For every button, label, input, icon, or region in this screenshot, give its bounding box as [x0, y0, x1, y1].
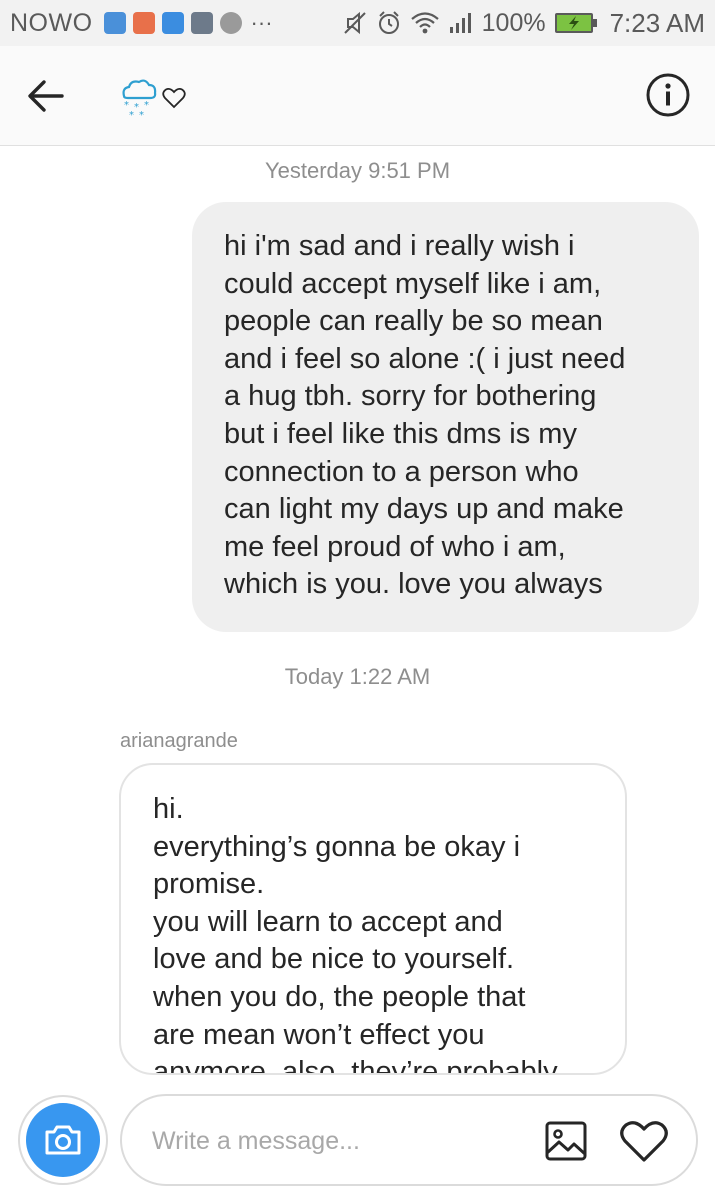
carrier-name: NOWO — [10, 8, 93, 37]
timestamp-today: Today 1:22 AM — [284, 664, 431, 689]
info-icon — [646, 73, 690, 117]
message-line: are mean won’t effect you — [153, 1018, 485, 1051]
message-line: anymore. also, they’re probably — [153, 1056, 558, 1075]
outgoing-message-bubble[interactable]: hi i'm sad and i really wish i could acc… — [192, 202, 699, 632]
app-notification-icon — [103, 12, 126, 34]
twitter-notification-icon — [161, 12, 184, 34]
image-icon — [545, 1121, 587, 1161]
alarm-icon — [378, 11, 399, 34]
avatar-notification-icon — [219, 12, 242, 34]
status-bar-right: 100% 7:23 AM — [342, 8, 705, 39]
message-line: love and be nice to yourself. — [153, 943, 515, 976]
back-button[interactable] — [22, 72, 70, 120]
more-notifications-icon: ··· — [250, 10, 273, 35]
snow-cloud-icon: * * ** * — [122, 79, 157, 120]
message-line: could accept myself like i am, — [224, 267, 602, 300]
message-composer — [120, 1094, 698, 1186]
message-line: but i feel like this dms is my — [224, 417, 577, 450]
status-bar-left: NOWO ··· — [10, 9, 273, 38]
mute-icon — [343, 11, 366, 35]
info-button[interactable] — [645, 72, 691, 118]
message-input[interactable] — [152, 1124, 532, 1158]
message-line: connection to a person who — [224, 455, 579, 488]
battery-percent: 100% — [481, 8, 546, 37]
message-line: me feel proud of who i am, — [224, 530, 566, 563]
message-line: people can really be so mean — [224, 305, 603, 338]
message-line: which is you. love you always — [224, 568, 603, 601]
clock: 7:23 AM — [609, 7, 705, 38]
message-line: hi. — [153, 793, 184, 825]
mail-notification-icon — [132, 12, 155, 34]
svg-text:*: * — [139, 110, 144, 120]
like-button[interactable] — [616, 1114, 672, 1170]
message-line: and i feel so alone :( i just need — [224, 342, 626, 375]
message-line: promise. — [153, 868, 265, 901]
camera-button-fill — [26, 1103, 100, 1177]
camera-button[interactable] — [18, 1095, 108, 1185]
message-line: everything’s gonna be okay i — [153, 830, 521, 863]
timestamp-yesterday: Yesterday 9:51 PM — [264, 158, 451, 183]
status-bar: NOWO ··· 100% 7:23 AM — [0, 0, 715, 46]
svg-text:*: * — [144, 100, 149, 111]
message-line: when you do, the people that — [153, 980, 526, 1013]
conversation-title[interactable]: * * * * * — [116, 70, 188, 126]
sender-username: arianagrande — [120, 730, 238, 752]
signal-icon — [449, 13, 471, 33]
message-line: hi i'm sad and i really wish i — [224, 230, 575, 262]
message-line: can light my days up and make — [224, 493, 624, 526]
battery-charging-icon — [554, 13, 597, 33]
back-arrow-icon — [28, 80, 64, 112]
message-line: a hug tbh. sorry for bothering — [224, 380, 597, 413]
svg-text:*: * — [129, 110, 134, 120]
message-line: you will learn to accept and — [153, 905, 503, 938]
heart-outline-icon — [162, 88, 186, 109]
gallery-notification-icon — [190, 12, 213, 34]
incoming-message-bubble[interactable]: hi. everything’s gonna be okay i promise… — [119, 763, 627, 1075]
wifi-icon — [410, 12, 439, 34]
chat-header: * * * * * — [0, 46, 715, 146]
gallery-button[interactable] — [540, 1115, 592, 1167]
camera-icon — [45, 1125, 81, 1155]
heart-icon — [620, 1121, 668, 1162]
